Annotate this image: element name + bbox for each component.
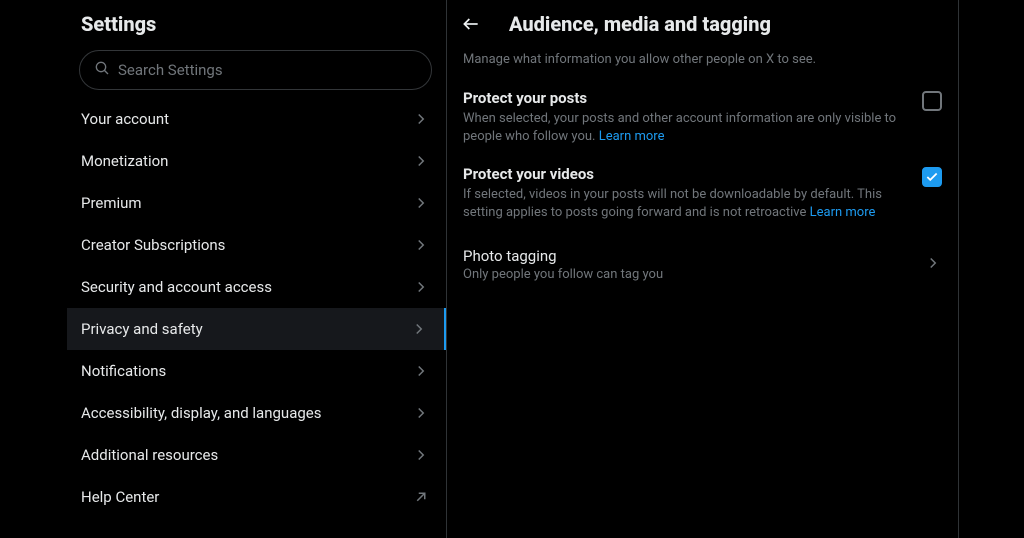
protect-videos-checkbox[interactable] <box>922 167 942 187</box>
nav-label: Accessibility, display, and languages <box>81 404 321 422</box>
nav-label: Your account <box>81 110 169 128</box>
chevron-right-icon <box>412 446 430 464</box>
nav-notifications[interactable]: Notifications <box>67 350 446 392</box>
search-input[interactable] <box>118 61 417 79</box>
chevron-right-icon <box>410 320 428 338</box>
photo-tagging-row[interactable]: Photo tagging Only people you follow can… <box>447 237 958 294</box>
external-link-icon <box>412 488 430 506</box>
protect-videos-title: Protect your videos <box>463 165 910 183</box>
chevron-right-icon <box>412 110 430 128</box>
nav-label: Security and account access <box>81 278 272 296</box>
nav-label: Premium <box>81 194 142 212</box>
learn-more-link[interactable]: Learn more <box>599 129 665 144</box>
nav-label: Help Center <box>81 488 159 506</box>
nav-label: Privacy and safety <box>81 320 203 338</box>
protect-posts-desc: When selected, your posts and other acco… <box>463 110 910 145</box>
chevron-right-icon <box>412 404 430 422</box>
nav-monetization[interactable]: Monetization <box>67 140 446 182</box>
chevron-right-icon <box>412 152 430 170</box>
settings-heading: Settings <box>67 8 446 50</box>
chevron-right-icon <box>412 194 430 212</box>
photo-tagging-subtitle: Only people you follow can tag you <box>463 267 663 282</box>
nav-label: Creator Subscriptions <box>81 236 225 254</box>
nav-help-center[interactable]: Help Center <box>67 476 446 518</box>
chevron-right-icon <box>924 254 942 276</box>
nav-premium[interactable]: Premium <box>67 182 446 224</box>
nav-label: Notifications <box>81 362 166 380</box>
back-button[interactable] <box>461 14 481 34</box>
nav-security-access[interactable]: Security and account access <box>67 266 446 308</box>
setting-protect-videos: Protect your videos If selected, videos … <box>447 161 958 237</box>
nav-your-account[interactable]: Your account <box>67 98 446 140</box>
detail-panel: Audience, media and tagging Manage what … <box>447 0 959 538</box>
chevron-right-icon <box>412 362 430 380</box>
protect-videos-desc: If selected, videos in your posts will n… <box>463 186 910 221</box>
right-gutter <box>959 0 1024 538</box>
nav-privacy-safety[interactable]: Privacy and safety <box>67 308 446 350</box>
nav-additional-resources[interactable]: Additional resources <box>67 434 446 476</box>
setting-protect-posts: Protect your posts When selected, your p… <box>447 85 958 161</box>
search-box[interactable] <box>79 50 432 90</box>
photo-tagging-title: Photo tagging <box>463 247 663 265</box>
detail-title: Audience, media and tagging <box>509 12 771 36</box>
chevron-right-icon <box>412 236 430 254</box>
search-icon <box>94 60 110 80</box>
nav-accessibility-display[interactable]: Accessibility, display, and languages <box>67 392 446 434</box>
learn-more-link[interactable]: Learn more <box>810 205 876 220</box>
protect-posts-checkbox[interactable] <box>922 91 942 111</box>
detail-subtitle: Manage what information you allow other … <box>447 46 958 85</box>
nav-creator-subscriptions[interactable]: Creator Subscriptions <box>67 224 446 266</box>
nav-label: Additional resources <box>81 446 218 464</box>
left-gutter <box>0 0 67 538</box>
detail-header: Audience, media and tagging <box>447 8 958 46</box>
protect-posts-title: Protect your posts <box>463 89 910 107</box>
search-container <box>67 50 446 98</box>
chevron-right-icon <box>412 278 430 296</box>
settings-sidebar: Settings Your account Monetization Premi… <box>67 0 447 538</box>
settings-nav: Your account Monetization Premium Creato… <box>67 98 446 518</box>
nav-label: Monetization <box>81 152 168 170</box>
